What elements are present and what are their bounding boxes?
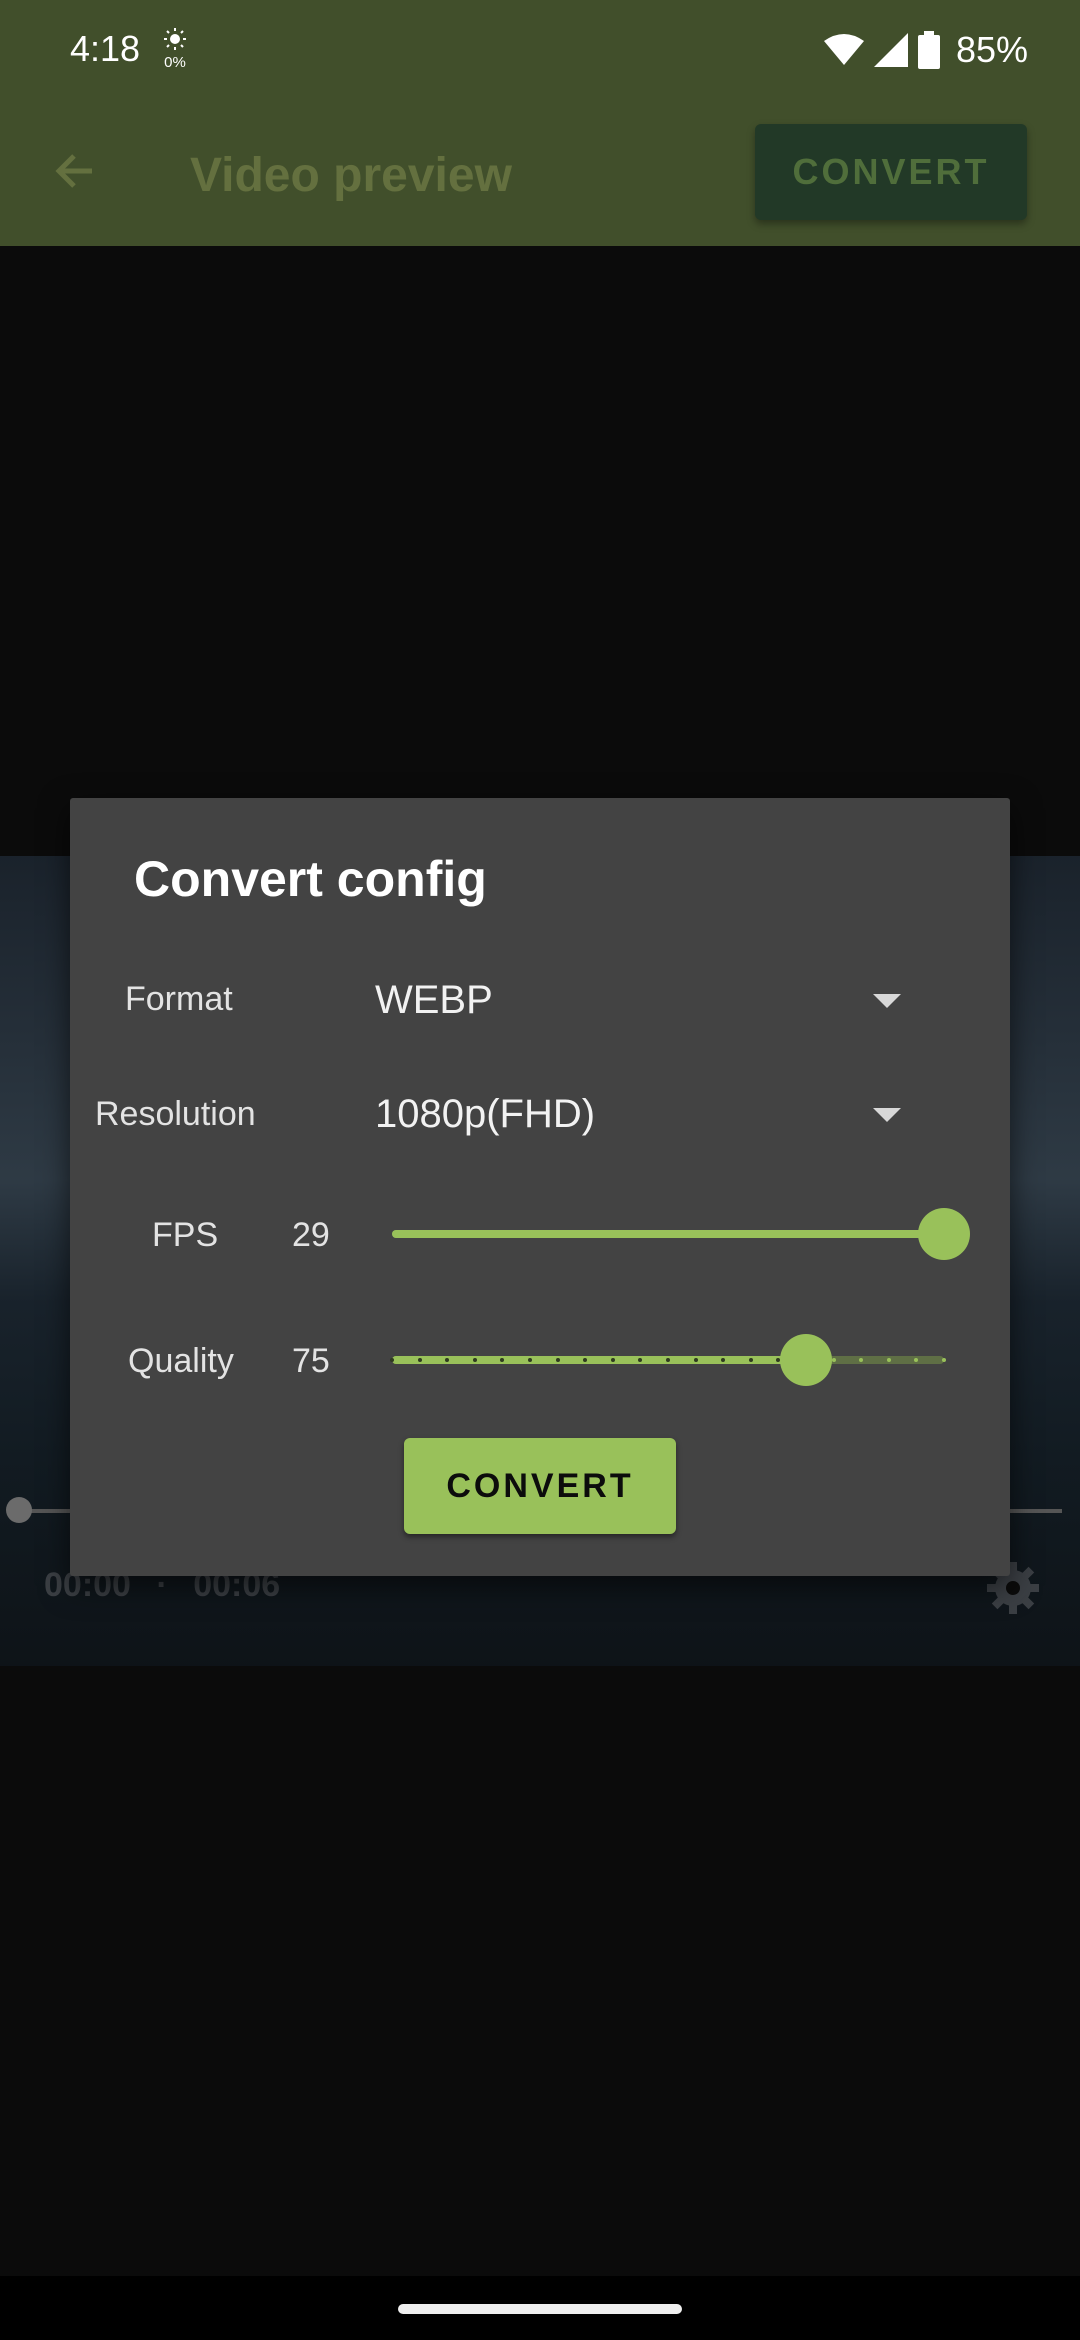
quality-slider-fill (392, 1356, 806, 1364)
format-value: WEBP (375, 978, 493, 1022)
fps-value: 29 (292, 1216, 330, 1254)
slider-tick (555, 1358, 560, 1362)
dropdown-arrow-icon (873, 994, 901, 1008)
convert-button[interactable]: CONVERT (404, 1438, 676, 1534)
slider-tick (748, 1358, 753, 1362)
quality-label: Quality (128, 1342, 234, 1380)
convert-config-dialog: Convert config Format WEBP Resolution 10… (70, 798, 1010, 1576)
slider-tick (693, 1358, 698, 1362)
format-label: Format (125, 980, 233, 1018)
slider-tick (886, 1358, 891, 1362)
quality-value: 75 (292, 1342, 330, 1380)
fps-label: FPS (152, 1216, 219, 1254)
home-handle[interactable] (398, 2304, 682, 2314)
slider-tick (666, 1358, 670, 1362)
slider-tick (390, 1358, 394, 1362)
slider-tick (942, 1358, 946, 1362)
slider-tick (472, 1358, 477, 1362)
dialog-title: Convert config (134, 851, 487, 907)
fps-slider-thumb[interactable] (918, 1208, 970, 1260)
fps-slider-fill (392, 1230, 944, 1238)
slider-tick (831, 1358, 836, 1362)
resolution-label: Resolution (95, 1095, 256, 1133)
navigation-bar (0, 2276, 1080, 2340)
slider-tick (417, 1358, 422, 1362)
format-dropdown[interactable]: WEBP (375, 960, 965, 1040)
quality-slider[interactable] (390, 1330, 972, 1390)
quality-slider-thumb[interactable] (780, 1334, 832, 1386)
slider-tick (610, 1358, 615, 1362)
slider-tick (528, 1358, 532, 1362)
resolution-value: 1080p(FHD) (375, 1092, 596, 1136)
fps-slider[interactable] (392, 1204, 972, 1264)
resolution-dropdown[interactable]: 1080p(FHD) (375, 1074, 965, 1154)
dropdown-arrow-icon (873, 1108, 901, 1122)
